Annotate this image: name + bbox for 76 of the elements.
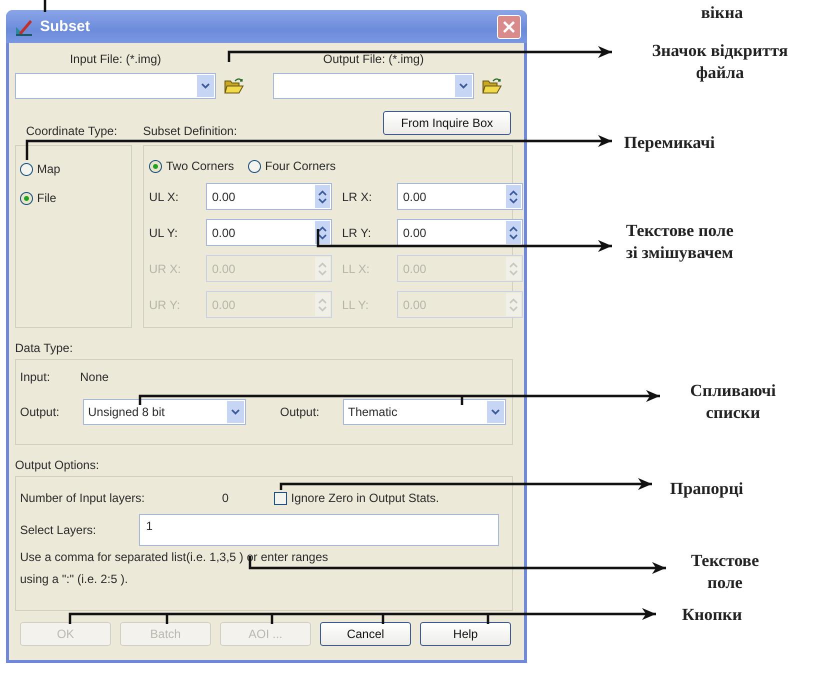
annotation-label: Прапорці: [670, 478, 744, 500]
dialog-button[interactable]: Help: [420, 622, 511, 646]
close-icon: [503, 20, 515, 32]
help-text: using a ":" (i.e. 2:5 ).: [20, 571, 129, 588]
annotation-label: Текстове поле зі змішувачем: [626, 220, 734, 264]
spinner-arrows-icon: [318, 298, 327, 312]
chevron-down-icon: [459, 83, 468, 89]
field-label: Number of Input layers:: [20, 491, 146, 505]
field-label: UL X:: [149, 190, 180, 204]
dropdown-field[interactable]: Thematic: [343, 399, 506, 425]
field-label: Select Layers:: [20, 523, 98, 537]
field-label: UL Y:: [149, 226, 179, 240]
field-label: Output File: (*.img): [322, 51, 425, 67]
spinner-arrows-icon: [509, 298, 518, 312]
radio-button[interactable]: [20, 192, 33, 204]
radio-label: File: [37, 191, 56, 205]
annotation-label: Значок відкриття файла: [651, 40, 789, 84]
field-value: None: [80, 370, 109, 384]
spinner-arrows-icon: [318, 226, 327, 240]
checkbox[interactable]: [274, 492, 287, 504]
field-label: LL Y:: [342, 298, 370, 312]
folder-icon[interactable]: [224, 77, 244, 95]
annotation-label: Перемикачі: [624, 132, 715, 154]
radio-label: Four Corners: [265, 159, 336, 173]
dropdown-field[interactable]: Unsigned 8 bit: [83, 399, 246, 425]
checkbox-label: Ignore Zero in Output Stats.: [291, 491, 440, 505]
annotation-label: вікна: [700, 2, 744, 24]
close-button[interactable]: [497, 14, 521, 38]
spin-field[interactable]: 0.00: [206, 219, 332, 246]
window-title: Subset: [40, 18, 92, 35]
field-label: LR Y:: [342, 226, 372, 240]
radio-button[interactable]: [20, 162, 33, 176]
field-label: Output:: [280, 405, 320, 419]
radio-label: Map: [37, 162, 60, 176]
leader-line: [44, 0, 46, 12]
section-label: Coordinate Type:: [26, 124, 118, 139]
field-label: Input File: (*.img): [68, 51, 162, 67]
dropdown-field[interactable]: [15, 73, 216, 99]
dropdown-button[interactable]: [227, 401, 244, 423]
spinner-arrows-icon: [509, 190, 518, 204]
field-label: UR Y:: [149, 298, 182, 312]
folder-icon[interactable]: [482, 77, 502, 95]
spin-field[interactable]: 0.00: [397, 183, 523, 210]
field-label: Output:: [20, 405, 60, 419]
annotation-label: Текстове поле: [690, 550, 760, 594]
section-label: Subset Definition:: [143, 124, 238, 139]
dropdown-field[interactable]: [273, 73, 474, 99]
chevron-down-icon: [201, 83, 210, 89]
radio-label: Two Corners: [166, 159, 234, 173]
dropdown-button[interactable]: [197, 75, 214, 97]
annotation-label: Спливаючі списки: [689, 380, 777, 424]
spinner-arrows-icon: [509, 226, 518, 240]
dialog-button[interactable]: Cancel: [320, 622, 411, 646]
section-label: Data Type:: [15, 340, 74, 356]
section-label: Output Options:: [15, 457, 100, 473]
field-value: 0: [222, 491, 230, 505]
spinner-arrows-icon: [318, 262, 327, 276]
spin-field[interactable]: 0.00: [206, 183, 332, 210]
field-label: LR X:: [342, 190, 374, 204]
field-label: Input:: [20, 370, 52, 384]
from-inquire-box-button[interactable]: From Inquire Box: [383, 111, 511, 135]
field-label: LL X:: [342, 262, 371, 276]
spinner-button[interactable]: [315, 221, 330, 244]
text-field[interactable]: 1: [139, 514, 499, 546]
spinner-arrows-icon: [318, 190, 327, 204]
spinner-arrows-icon: [509, 262, 518, 276]
dropdown-button[interactable]: [487, 401, 504, 423]
chevron-down-icon: [231, 409, 240, 415]
dropdown-button[interactable]: [455, 75, 472, 97]
radio-button[interactable]: [248, 160, 262, 172]
field-label: UR X:: [149, 262, 182, 276]
annotation-label: Кнопки: [682, 604, 742, 626]
radio-button[interactable]: [149, 160, 162, 172]
help-text: Use a comma for separated list(i.e. 1,3,5 ) or enter ranges: [20, 549, 330, 566]
spin-field[interactable]: 0.00: [397, 219, 523, 246]
chevron-down-icon: [491, 409, 500, 415]
